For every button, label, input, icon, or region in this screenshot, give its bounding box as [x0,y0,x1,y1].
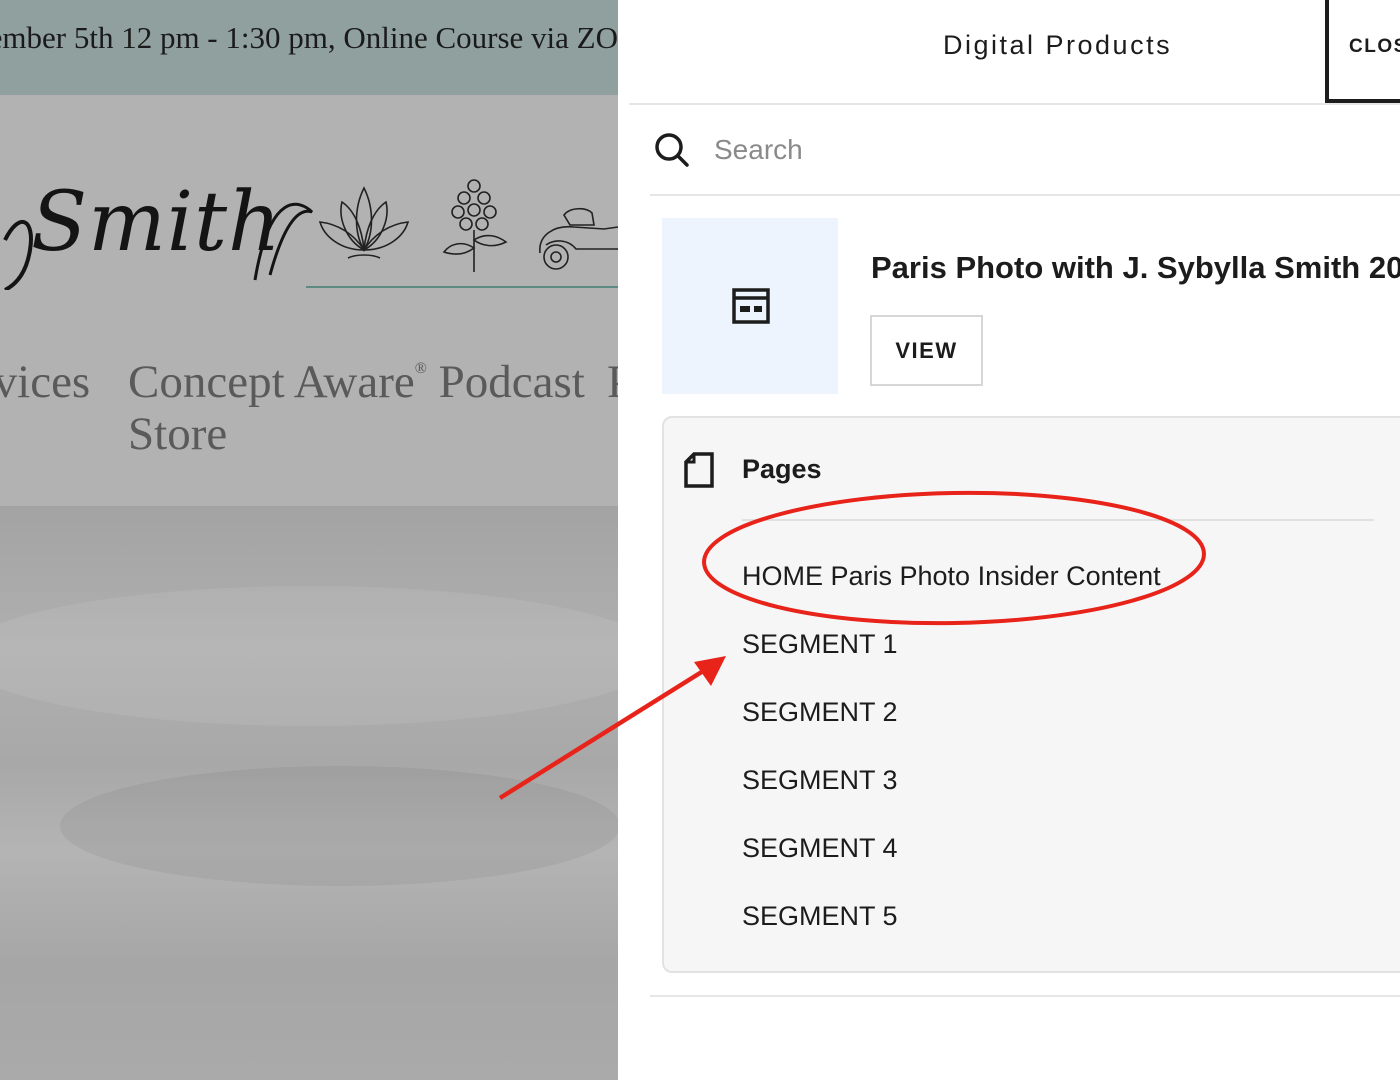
nav-link-services[interactable]: rvices [0,355,90,409]
close-button[interactable]: CLOSE [1325,0,1400,103]
nav-link-podcast-label: Concept Aware [128,356,415,408]
page-icon [684,452,714,488]
search-bar [650,120,1400,180]
divider [650,194,1400,196]
hero-image [0,506,618,1080]
search-input[interactable] [714,130,1314,170]
site-logo[interactable]: a Smith [0,175,282,270]
page-item-segment-2[interactable]: SEGMENT 2 [742,697,898,728]
site-header: a Smith [0,95,618,506]
scooter-icon [539,207,618,270]
hero-cloud [60,766,618,886]
divider [650,995,1400,997]
page-item-segment-3[interactable]: SEGMENT 3 [742,765,898,796]
page-item-segment-4[interactable]: SEGMENT 4 [742,833,898,864]
page-item-segment-1[interactable]: SEGMENT 1 [742,629,898,660]
hero-cloud [0,586,618,726]
page-item-segment-5[interactable]: SEGMENT 5 [742,901,898,932]
announcement-banner[interactable]: ember 5th 12 pm - 1:30 pm, Online Course… [0,0,618,95]
background-website: ember 5th 12 pm - 1:30 pm, Online Course… [0,0,618,1080]
nav-link-podcast-suffix: Podcast [426,356,585,408]
nav-link-partial[interactable]: P [607,355,618,409]
search-icon [655,133,689,167]
divider [629,103,1400,105]
registered-mark: ® [414,360,427,377]
product-name: Paris Photo with J. Sybylla Smith 2023 [871,250,1400,285]
page-item-home[interactable]: HOME Paris Photo Insider Content [742,561,1161,592]
digital-products-panel: Digital Products CLOSE Paris Photo with … [618,0,1400,1080]
lotus-icon [318,186,410,259]
layout-icon [732,288,770,324]
flower-icon [442,179,508,272]
close-button-label: CLOSE [1349,36,1400,57]
banner-text: ember 5th 12 pm - 1:30 pm, Online Course… [0,20,618,55]
pages-heading: Pages [742,454,822,484]
nav-link-podcast[interactable]: Concept Aware® Podcast [128,355,585,409]
pages-section: Pages HOME Paris Photo Insider Content S… [662,416,1400,973]
logo-underline [306,286,618,288]
divider [742,519,1374,521]
nav-link-store[interactable]: Store [128,407,227,461]
view-button[interactable]: VIEW [870,315,983,386]
product-thumbnail[interactable] [662,218,838,394]
panel-title: Digital Products [943,30,1173,60]
